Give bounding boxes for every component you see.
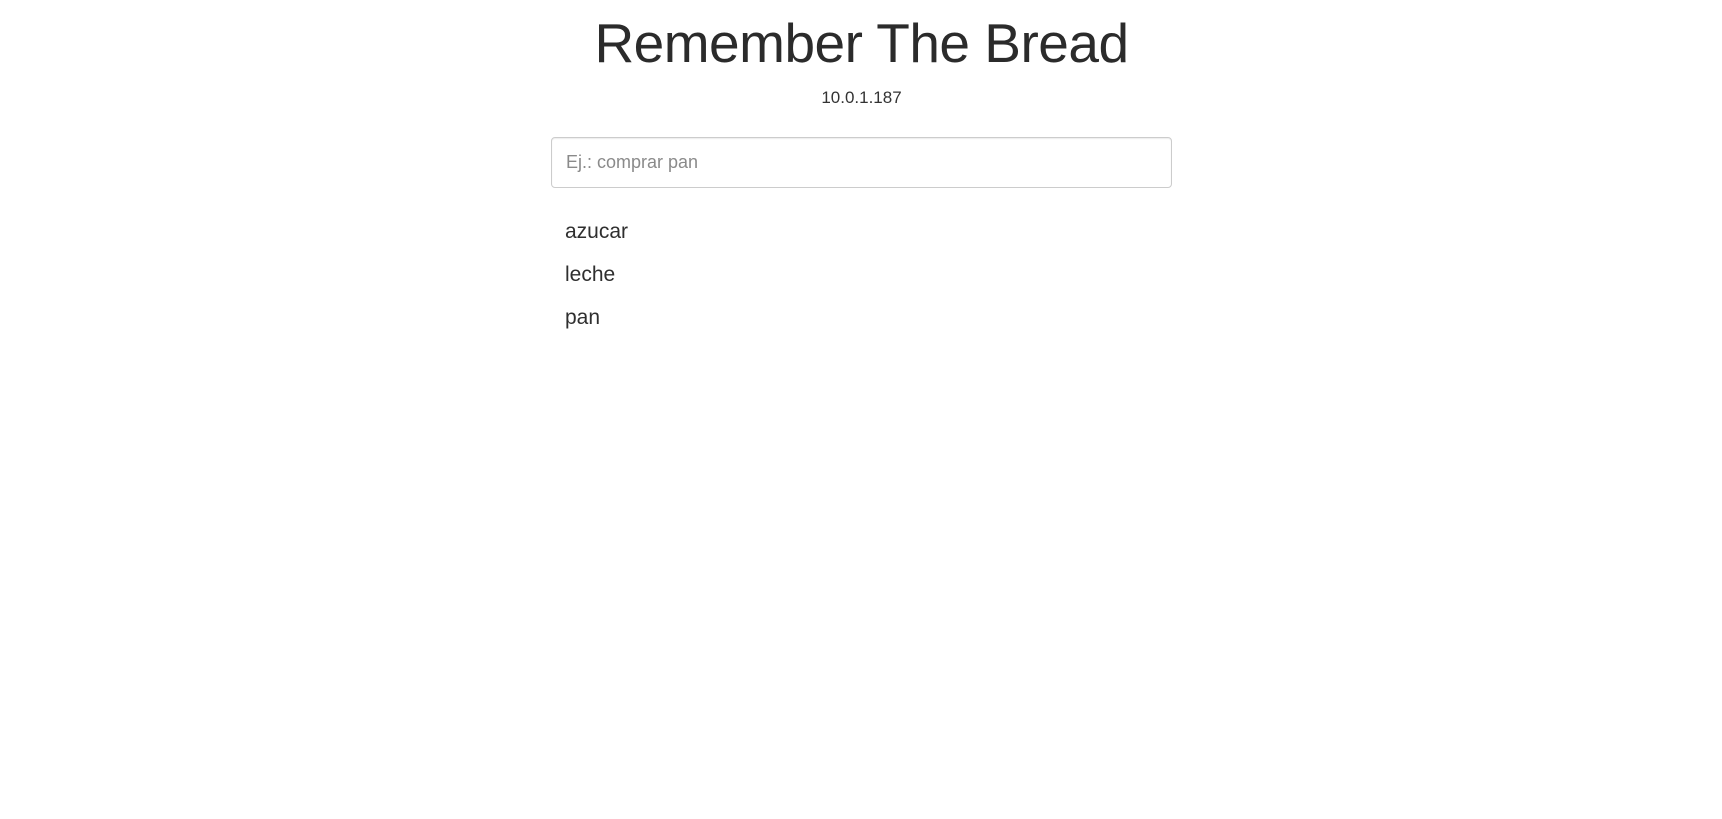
task-item-azucar[interactable]: azucar — [551, 210, 1172, 253]
ip-address: 10.0.1.187 — [821, 88, 902, 107]
task-list: azucar leche pan — [551, 210, 1172, 339]
task-item-pan[interactable]: pan — [551, 296, 1172, 339]
main-container: Remember The Bread 10.0.1.187 azucar lec… — [551, 0, 1172, 339]
page-title: Remember The Bread — [594, 12, 1129, 74]
page: Remember The Bread 10.0.1.187 azucar lec… — [0, 0, 1722, 819]
task-item-leche[interactable]: leche — [551, 253, 1172, 296]
task-input-wrapper — [551, 137, 1172, 188]
new-task-input[interactable] — [551, 137, 1172, 188]
